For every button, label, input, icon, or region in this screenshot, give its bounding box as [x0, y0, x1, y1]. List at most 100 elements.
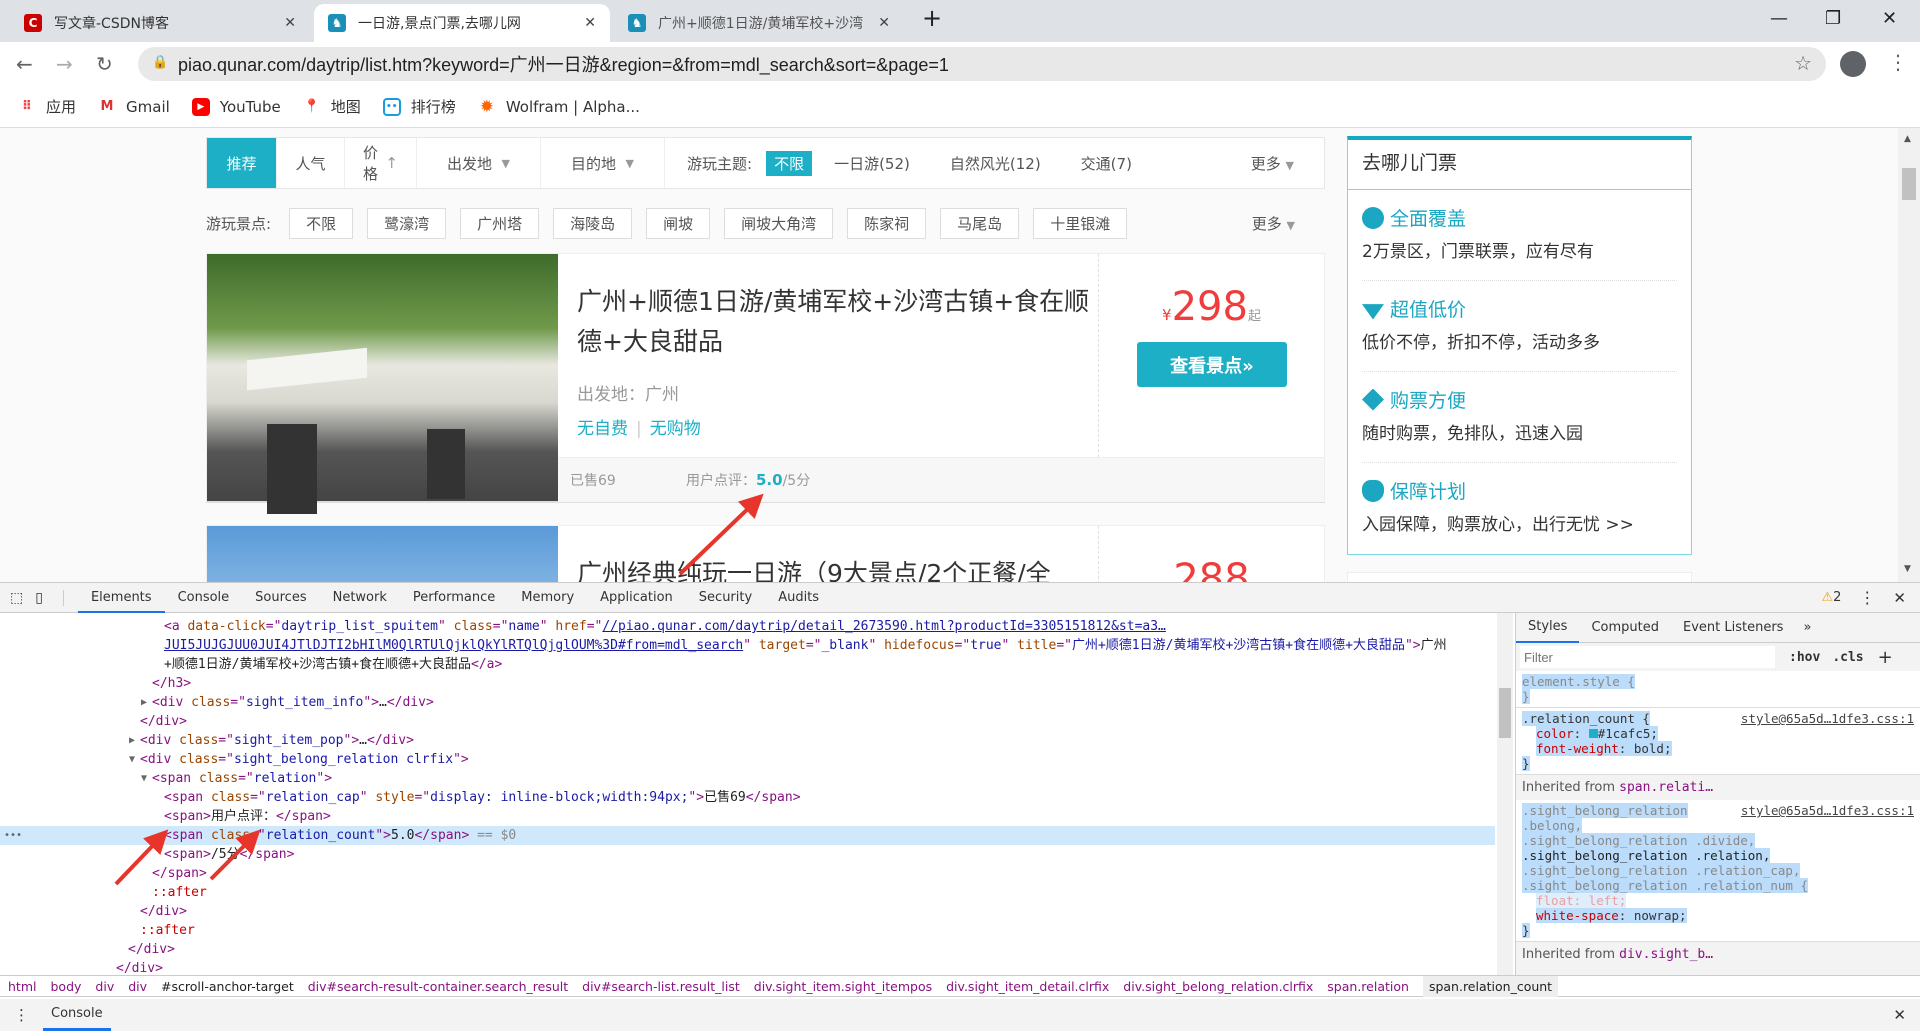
scroll-up-icon[interactable]: ▲ [1904, 134, 1911, 144]
spot-chip[interactable]: 广州塔 [460, 207, 540, 239]
theme-option[interactable]: 一日游(52) [834, 153, 910, 174]
product-title-link[interactable]: 广州+顺德1日游/黄埔军校+沙湾古镇+食在顺德+大良甜品 [577, 282, 1097, 362]
dom-node[interactable]: <span class="relation_cap" style="displa… [0, 788, 1495, 807]
forward-icon[interactable]: → [56, 52, 73, 76]
scrollbar-thumb[interactable] [1902, 168, 1916, 200]
dom-node-selected[interactable]: ••• <span class="relation_count">5.0</spa… [0, 826, 1495, 845]
dom-node[interactable]: <span>/5分</span> [0, 845, 1495, 864]
page-scrollbar[interactable]: ▲ ▼ [1898, 128, 1920, 582]
close-tab-icon[interactable]: ✕ [878, 15, 890, 31]
tab-event-listeners[interactable]: Event Listeners [1671, 620, 1795, 635]
devtools-tab-network[interactable]: Network [320, 583, 400, 613]
dom-node[interactable]: +顺德1日游/黄埔军校+沙湾古镇+食在顺德+大良甜品</a> [0, 655, 1495, 674]
breadcrumb-item[interactable]: span.relation [1327, 979, 1409, 994]
sort-price[interactable]: 价格 ↑ [345, 138, 417, 188]
dom-node[interactable]: <span>用户点评：</span> [0, 807, 1495, 826]
collapse-triangle-icon[interactable]: ▼ [141, 769, 147, 788]
bookmark-youtube[interactable]: ▶ YouTube [191, 97, 281, 116]
spot-chip[interactable]: 鹭濠湾 [367, 207, 447, 239]
devtools-tab-console[interactable]: Console [165, 583, 243, 613]
css-rule[interactable]: style@65a5d…1dfe3.css:1 .sight_belong_re… [1516, 800, 1920, 942]
devtools-tab-audits[interactable]: Audits [765, 583, 832, 613]
dom-node[interactable]: </div> [0, 902, 1495, 921]
spot-chip[interactable]: 十里银滩 [1033, 207, 1128, 239]
dom-node[interactable]: ::after [0, 883, 1495, 902]
breadcrumb-item[interactable]: div.sight_item_detail.clrfix [946, 979, 1109, 994]
new-style-rule-icon[interactable]: + [1878, 647, 1893, 668]
browser-tab[interactable]: ♞ 广州+顺德1日游/黄埔军校+沙湾 ✕ [614, 4, 904, 42]
scroll-down-icon[interactable]: ▼ [1904, 564, 1911, 574]
inherited-selector[interactable]: div.sight_b… [1619, 947, 1713, 962]
sort-recommended[interactable]: 推荐 [207, 138, 277, 188]
devtools-tab-elements[interactable]: Elements [77, 583, 165, 613]
new-tab-icon[interactable]: + [922, 4, 942, 32]
href-link[interactable]: //piao.qunar.com/daytrip/detail_2673590.… [602, 619, 1166, 634]
theme-option[interactable]: 交通(7) [1081, 153, 1132, 174]
browser-tab[interactable]: C 写文章-CSDN博客 ✕ [10, 4, 310, 42]
tab-styles[interactable]: Styles [1516, 613, 1580, 643]
href-link[interactable]: JUI5JUJGJUU0JUI4JTlDJTI2bHIlM0QlRTUlQjkl… [164, 638, 743, 653]
breadcrumb-item[interactable]: div.sight_belong_relation.clrfix [1123, 979, 1313, 994]
elements-scrollbar[interactable] [1497, 613, 1513, 975]
spot-chip[interactable]: 马尾岛 [940, 207, 1020, 239]
devtools-tab-sources[interactable]: Sources [242, 583, 319, 613]
spot-chip[interactable]: 闸坡 [646, 207, 711, 239]
product-photo[interactable] [207, 254, 558, 514]
stylesheet-link[interactable]: style@65a5d…1dfe3.css:1 [1741, 711, 1914, 726]
profile-avatar-icon[interactable] [1840, 51, 1866, 77]
expand-triangle-icon[interactable]: ▶ [129, 731, 135, 750]
back-icon[interactable]: ← [16, 52, 33, 76]
product-photo[interactable] [207, 526, 558, 582]
spot-chip[interactable]: 海陵岛 [553, 207, 633, 239]
dom-node[interactable]: JUI5JUJGJUU0JUI4JTlDJTI2bHIlM0QlRTUlQjkl… [0, 636, 1495, 655]
inherited-selector[interactable]: span.relati… [1619, 780, 1713, 795]
url-bar[interactable]: 🔒 piao.qunar.com/daytrip/list.htm?keywor… [138, 47, 1826, 81]
view-spot-button[interactable]: 查看景点» [1137, 342, 1287, 387]
restore-icon[interactable]: ❐ [1825, 8, 1841, 29]
breadcrumb-item[interactable]: div#search-result-container.search_resul… [308, 979, 568, 994]
dom-node[interactable]: ::after [0, 921, 1495, 940]
devtools-menu-icon[interactable]: ⋮ [1859, 588, 1875, 607]
dom-node[interactable]: ▼ <div class="sight_belong_relation clrfi… [0, 750, 1495, 769]
dom-node[interactable]: ▶ <div class="sight_item_pop">…</div> [0, 731, 1495, 750]
theme-option[interactable]: 自然风光(12) [950, 153, 1041, 174]
sort-popularity[interactable]: 人气 [277, 138, 345, 188]
close-window-icon[interactable]: ✕ [1882, 8, 1897, 29]
bookmark-ranking[interactable]: •• 排行榜 [382, 96, 456, 117]
reload-icon[interactable]: ↻ [96, 52, 113, 76]
more-spots-button[interactable]: 更多 ▼ [1252, 213, 1295, 234]
dom-node[interactable]: ▶ <div class="sight_item_info">…</div> [0, 693, 1495, 712]
theme-option[interactable]: 不限 [766, 150, 813, 176]
breadcrumb-item[interactable]: span.relation_count [1422, 975, 1559, 997]
dom-node[interactable]: <a data-click="daytrip_list_spuitem" cla… [0, 617, 1495, 636]
bookmark-apps[interactable]: ⠿ 应用 [18, 96, 76, 117]
close-tab-icon[interactable]: ✕ [284, 15, 296, 31]
more-tabs-icon[interactable]: » [1795, 620, 1819, 635]
breadcrumb-item[interactable]: body [50, 979, 81, 994]
drawer-menu-icon[interactable]: ⋮ [14, 1006, 29, 1024]
breadcrumb-item[interactable]: div [128, 979, 147, 994]
bookmark-maps[interactable]: 📍 地图 [303, 96, 361, 117]
spot-chip[interactable]: 闸坡大角湾 [724, 207, 834, 239]
bookmark-wolfram[interactable]: ✹ Wolfram | Alpha... [478, 97, 640, 117]
destination-dropdown[interactable]: 目的地 ▼ [541, 138, 665, 188]
more-themes-button[interactable]: 更多 ▼ [1251, 153, 1294, 174]
styles-filter-input[interactable] [1520, 646, 1775, 668]
dom-node[interactable]: </div> [0, 959, 1495, 974]
devtools-tab-application[interactable]: Application [587, 583, 686, 613]
sidebar-feature[interactable]: 保障计划 入园保障，购票放心，出行无忧 >> [1362, 463, 1677, 554]
minimize-icon[interactable]: — [1770, 8, 1788, 29]
breadcrumb-item[interactable]: #scroll-anchor-target [161, 979, 294, 994]
product-title-link[interactable]: 广州经典纯玩一日游（9大景点/2个正餐/全 [577, 554, 1097, 582]
devtools-tab-security[interactable]: Security [686, 583, 765, 613]
devtools-tab-memory[interactable]: Memory [508, 583, 587, 613]
drawer-tab-console[interactable]: Console [43, 1000, 111, 1031]
hov-toggle[interactable]: :hov [1789, 650, 1820, 665]
scrollbar-thumb[interactable] [1499, 688, 1511, 738]
bookmark-star-icon[interactable]: ☆ [1794, 51, 1812, 75]
collapse-triangle-icon[interactable]: ▼ [129, 750, 135, 769]
spot-chip[interactable]: 不限 [289, 207, 354, 239]
close-drawer-icon[interactable]: ✕ [1893, 1006, 1906, 1024]
color-swatch[interactable] [1588, 729, 1598, 738]
dom-node[interactable]: </h3> [0, 674, 1495, 693]
